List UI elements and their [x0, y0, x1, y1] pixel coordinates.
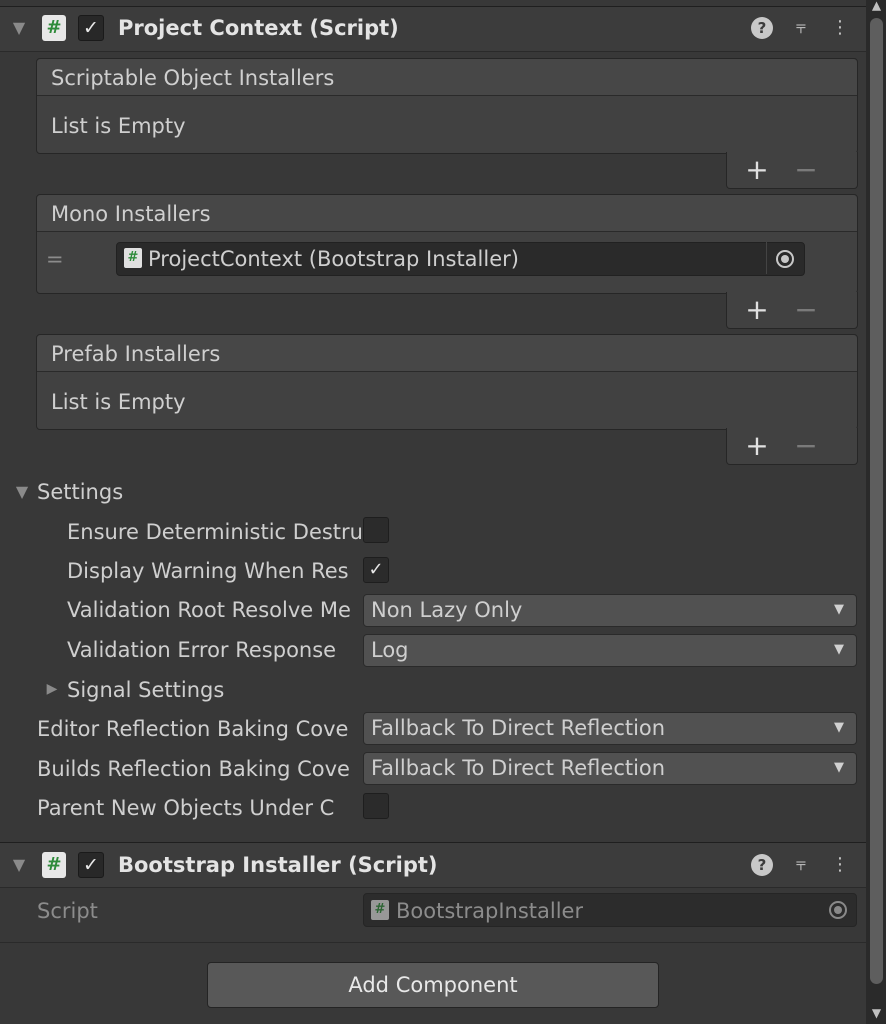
object-picker-icon	[829, 901, 847, 919]
validation-error-dropdown[interactable]	[363, 634, 857, 667]
help-icon[interactable]: ?	[751, 854, 773, 876]
chevron-down-icon: ▼	[834, 760, 844, 775]
validation-root-value: Non Lazy Only	[371, 598, 523, 622]
builds-reflection-baking-value: Fallback To Direct Reflection	[371, 756, 666, 780]
prefab-installers-title: Prefab Installers	[51, 342, 221, 366]
chevron-down-icon: ▼	[834, 642, 844, 657]
validation-root-label: Validation Root Resolve Me	[67, 598, 351, 622]
ensure-deterministic-checkbox[interactable]	[363, 517, 389, 543]
script-icon: #	[42, 852, 66, 878]
add-scriptable-installer-button[interactable]: +	[742, 155, 772, 185]
add-mono-installer-button[interactable]: +	[742, 295, 772, 325]
validation-error-value: Log	[371, 638, 409, 662]
display-warning-checkbox[interactable]: ✓	[363, 557, 389, 583]
remove-mono-installer-button[interactable]: −	[791, 295, 821, 325]
remove-prefab-installer-button[interactable]: −	[791, 431, 821, 461]
builds-reflection-baking-label: Builds Reflection Baking Cove	[37, 757, 350, 781]
add-component-button[interactable]: Add Component	[207, 962, 659, 1008]
scriptable-object-installers-title: Scriptable Object Installers	[51, 66, 335, 90]
script-icon: #	[371, 900, 389, 920]
display-warning-label: Display Warning When Res	[67, 559, 349, 583]
project-context-title: Project Context (Script)	[118, 16, 399, 40]
list-empty-text: List is Empty	[51, 390, 186, 414]
mono-installers-title: Mono Installers	[51, 202, 211, 226]
project-context-foldout-icon[interactable]: ▼	[9, 18, 29, 38]
remove-scriptable-installer-button[interactable]: −	[791, 155, 821, 185]
more-options-icon[interactable]: ⋮	[828, 16, 852, 40]
mono-installer-value: ProjectContext (Bootstrap Installer)	[148, 247, 519, 271]
script-icon: #	[42, 15, 66, 41]
help-icon[interactable]: ?	[751, 17, 773, 39]
ensure-deterministic-label: Ensure Deterministic Destru	[67, 520, 361, 544]
parent-new-objects-label: Parent New Objects Under C	[37, 796, 335, 820]
editor-reflection-baking-value: Fallback To Direct Reflection	[371, 716, 666, 740]
validation-error-label: Validation Error Response	[67, 638, 337, 662]
scroll-down-arrow-icon[interactable]: ▼	[870, 1004, 883, 1022]
add-prefab-installer-button[interactable]: +	[742, 431, 772, 461]
scroll-up-arrow-icon[interactable]: ▼	[870, 0, 883, 14]
drag-handle-icon[interactable]: =	[46, 245, 64, 273]
chevron-down-icon: ▼	[834, 720, 844, 735]
presets-icon[interactable]: ⫧	[789, 16, 813, 40]
bootstrap-installer-foldout-icon[interactable]: ▼	[9, 855, 29, 875]
divider	[766, 242, 767, 274]
script-field-value: BootstrapInstaller	[396, 899, 584, 923]
object-picker-icon[interactable]	[776, 250, 794, 268]
bootstrap-installer-title: Bootstrap Installer (Script)	[118, 853, 438, 877]
script-field-label: Script	[37, 899, 98, 923]
project-context-enabled-checkbox[interactable]: ✓	[78, 15, 104, 41]
more-options-icon[interactable]: ⋮	[828, 853, 852, 877]
script-icon: #	[124, 248, 142, 268]
list-empty-text: List is Empty	[51, 114, 186, 138]
scrollbar-thumb[interactable]	[870, 18, 883, 984]
divider	[0, 942, 866, 943]
chevron-down-icon: ▼	[834, 602, 844, 617]
parent-new-objects-checkbox[interactable]	[363, 793, 389, 819]
signal-settings-label[interactable]: Signal Settings	[67, 676, 224, 704]
settings-title[interactable]: Settings	[37, 478, 123, 506]
bootstrap-installer-enabled-checkbox[interactable]: ✓	[78, 852, 104, 878]
signal-settings-foldout-icon[interactable]: ▶	[42, 679, 62, 699]
settings-foldout-icon[interactable]: ▼	[12, 482, 32, 502]
presets-icon[interactable]: ⫧	[789, 853, 813, 877]
editor-reflection-baking-label: Editor Reflection Baking Cove	[37, 717, 349, 741]
